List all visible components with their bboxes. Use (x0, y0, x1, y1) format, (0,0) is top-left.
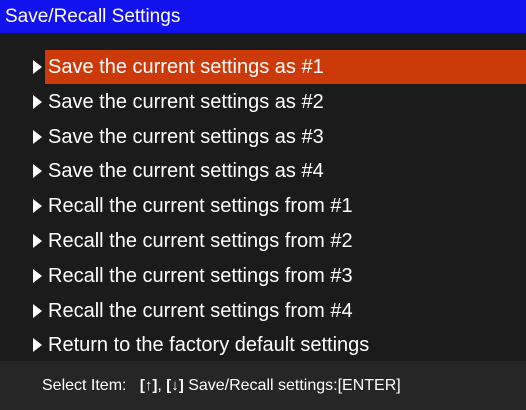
triangle-right-icon (33, 94, 42, 109)
menu-item-label: Save the current settings as #3 (48, 125, 324, 148)
triangle-right-icon (33, 268, 42, 283)
menu-item-recall-3[interactable]: Recall the current settings from #3 (0, 259, 526, 293)
menu-item-save-3[interactable]: Save the current settings as #3 (0, 120, 526, 154)
triangle-right-icon (33, 164, 42, 179)
menu-item-factory-default[interactable]: Return to the factory default settings (0, 328, 526, 362)
menu-item-label: Recall the current settings from #1 (48, 195, 353, 218)
menu-item-label: Recall the current settings from #3 (48, 264, 353, 287)
menu-item-label: Return to the factory default settings (48, 334, 370, 357)
menu-item-save-2[interactable]: Save the current settings as #2 (0, 85, 526, 119)
menu-item-label: Save the current settings as #1 (45, 50, 526, 84)
osd-screen: Save/Recall Settings Save the current se… (0, 0, 526, 410)
menu-item-recall-1[interactable]: Recall the current settings from #1 (0, 189, 526, 223)
up-key-hint: [↑] (139, 377, 158, 394)
menu-item-save-1[interactable]: Save the current settings as #1 (0, 50, 526, 84)
triangle-right-icon (33, 338, 42, 353)
triangle-right-icon (33, 60, 42, 74)
menu-item-label: Recall the current settings from #4 (48, 299, 353, 322)
triangle-right-icon (33, 233, 42, 248)
down-key-hint: [↓] (166, 377, 184, 394)
settings-menu: Save the current settings as #1 Save the… (0, 50, 526, 363)
triangle-right-icon (33, 303, 42, 318)
menu-item-save-4[interactable]: Save the current settings as #4 (0, 154, 526, 188)
menu-item-label: Save the current settings as #4 (48, 160, 324, 183)
menu-item-recall-2[interactable]: Recall the current settings from #2 (0, 224, 526, 258)
menu-item-recall-4[interactable]: Recall the current settings from #4 (0, 294, 526, 328)
menu-item-label: Save the current settings as #2 (48, 90, 324, 113)
enter-action-hint: Save/Recall settings:[ENTER] (188, 377, 401, 394)
key-separator: , (157, 377, 162, 394)
triangle-right-icon (33, 199, 42, 214)
select-item-label: Select Item: (42, 377, 127, 394)
help-footer: Select Item: [↑], [↓] Save/Recall settin… (0, 361, 526, 410)
menu-item-label: Recall the current settings from #2 (48, 229, 353, 252)
triangle-right-icon (33, 129, 42, 144)
page-title: Save/Recall Settings (0, 0, 526, 33)
